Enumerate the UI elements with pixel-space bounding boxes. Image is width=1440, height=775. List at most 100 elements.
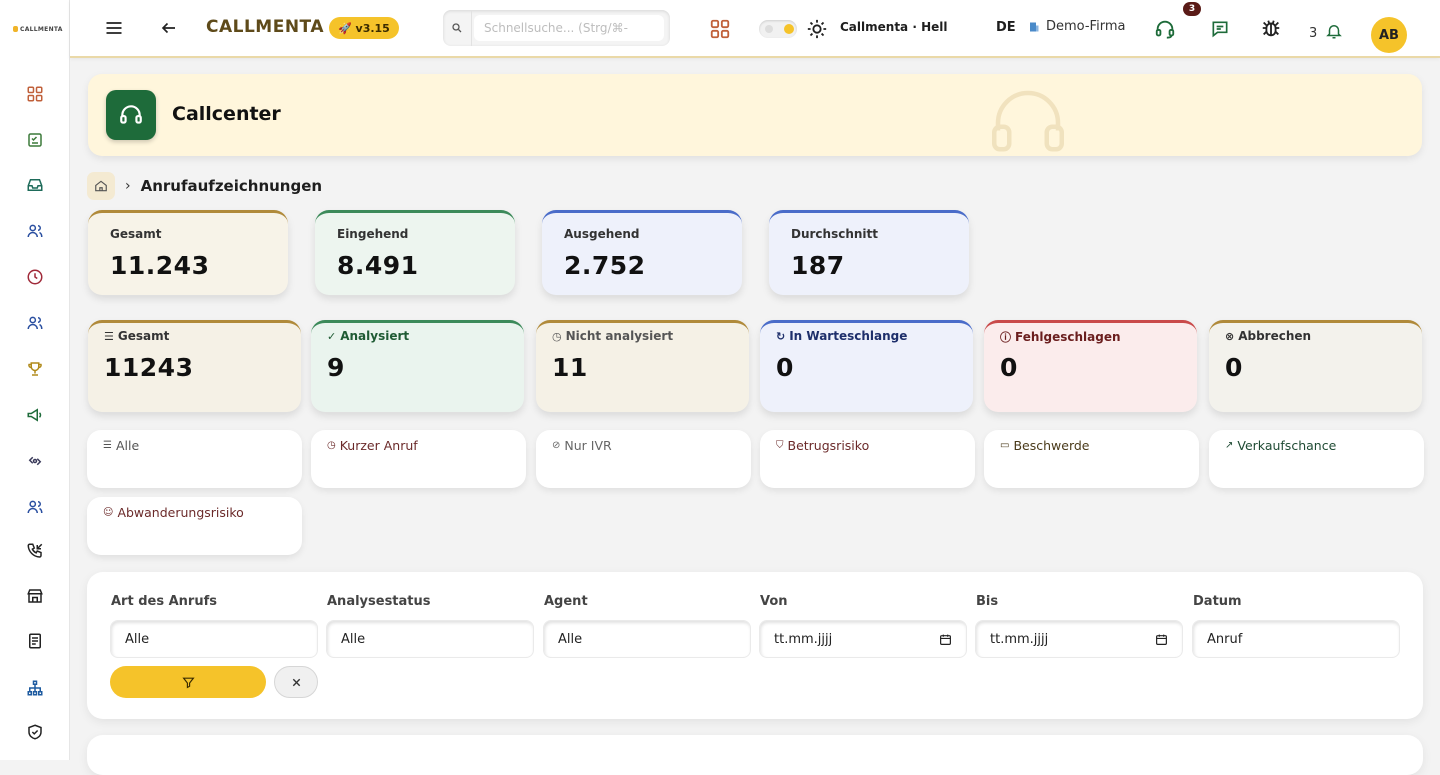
analysis-card-4[interactable]: ⓘ Fehlgeschlagen 0 — [984, 320, 1197, 412]
chip-verkaufschance[interactable]: ↗ Verkaufschance — [1209, 430, 1424, 488]
toggle-knob-icon — [784, 24, 794, 34]
user-minus-icon: ☺ — [103, 507, 114, 518]
date-input[interactable]: tt.mm.jjjj — [975, 620, 1183, 658]
analysis-label: ⊗ Abbrechen — [1225, 329, 1311, 343]
clear-filter-button[interactable] — [274, 666, 318, 698]
filter-select[interactable]: Alle — [326, 620, 534, 658]
checklist-icon[interactable] — [24, 129, 46, 151]
search-icon[interactable] — [443, 10, 472, 46]
breadcrumb-separator-icon: › — [125, 178, 131, 194]
theme-label: Callmenta · Hell — [840, 20, 948, 34]
filter-select[interactable]: Alle — [543, 620, 751, 658]
home-icon[interactable] — [87, 172, 115, 200]
report-icon[interactable] — [24, 630, 46, 652]
chip-label-text: Nur IVR — [564, 438, 612, 453]
users-icon[interactable] — [24, 220, 46, 242]
stat-value: 187 — [791, 251, 845, 280]
apply-filter-button[interactable] — [110, 666, 266, 698]
search-input[interactable] — [474, 15, 664, 41]
analysis-label-text: Analysiert — [340, 329, 410, 343]
calendar-icon[interactable] — [1155, 633, 1168, 646]
user-avatar[interactable]: AB — [1371, 17, 1407, 53]
analysis-card-1[interactable]: ✓ Analysiert 9 — [311, 320, 524, 412]
sun-icon[interactable] — [806, 18, 828, 40]
filter-label: Analysestatus — [327, 594, 431, 609]
clock-icon: ◷ — [552, 329, 562, 343]
filter-value: tt.mm.jjjj — [990, 631, 1049, 647]
bell-icon[interactable] — [1325, 22, 1343, 40]
chat-icon[interactable] — [1210, 19, 1230, 39]
shield-alert-icon: ⛉ — [776, 440, 784, 451]
cancel-circle-icon: ⊗ — [1225, 329, 1235, 343]
building-icon — [1030, 22, 1039, 31]
analysis-label-text: Fehlgeschlagen — [1015, 330, 1121, 344]
filter-group-2: Agent Alle — [543, 594, 751, 658]
chip-abwanderungsrisiko[interactable]: ☺ Abwanderungsrisiko — [87, 497, 302, 555]
chip-label: ↗ Verkaufschance — [1225, 438, 1336, 453]
analysis-value: 11 — [552, 353, 588, 382]
inbox-icon[interactable] — [24, 174, 46, 196]
analysis-label-text: In Warteschlange — [789, 329, 908, 343]
hierarchy-icon[interactable] — [24, 677, 46, 699]
integration-icon[interactable] — [24, 450, 46, 472]
filter-label: Datum — [1193, 594, 1242, 609]
menu-icon[interactable] — [104, 18, 124, 38]
chip-alle[interactable]: ☰ Alle — [87, 430, 302, 488]
theme-toggle[interactable] — [759, 20, 797, 38]
phone-incoming-icon[interactable] — [24, 540, 46, 562]
date-input[interactable]: tt.mm.jjjj — [759, 620, 967, 658]
filter-group-0: Art des Anrufs Alle — [110, 594, 318, 658]
stat-label: Durchschnitt — [791, 227, 879, 241]
analysis-card-2[interactable]: ◷ Nicht analysiert 11 — [536, 320, 749, 412]
analysis-value: 0 — [1225, 353, 1243, 382]
clock-icon[interactable] — [24, 266, 46, 288]
logo-mark-icon — [13, 26, 18, 32]
bug-icon[interactable] — [1260, 17, 1282, 39]
headset-icon[interactable] — [1154, 18, 1176, 40]
dashboard-icon[interactable] — [24, 83, 46, 105]
trophy-icon[interactable] — [24, 358, 46, 380]
team-icon[interactable] — [24, 312, 46, 334]
chip-nur-ivr[interactable]: ⊘ Nur IVR — [536, 430, 751, 488]
chip-label-text: Abwanderungsrisiko — [117, 505, 244, 520]
filter-select[interactable]: Anruf — [1192, 620, 1400, 658]
company-selector[interactable]: Demo-Firma — [1028, 19, 1125, 34]
filter-select[interactable]: Alle — [110, 620, 318, 658]
search-box — [443, 10, 670, 46]
chip-label-text: Betrugsrisiko — [787, 438, 870, 453]
apps-grid-icon[interactable] — [709, 18, 731, 40]
analysis-card-0[interactable]: ☰ Gesamt 11243 — [88, 320, 301, 412]
chip-label: ☺ Abwanderungsrisiko — [103, 505, 244, 520]
breadcrumb-current: Anrufaufzeichnungen — [140, 177, 323, 195]
filter-group-4: Bis tt.mm.jjjj — [975, 594, 1183, 658]
analysis-card-5[interactable]: ⊗ Abbrechen 0 — [1209, 320, 1422, 412]
back-arrow-icon[interactable] — [160, 19, 178, 37]
close-icon — [292, 678, 300, 686]
analysis-value: 11243 — [104, 353, 194, 382]
store-icon[interactable] — [24, 585, 46, 607]
filter-group-3: Von tt.mm.jjjj — [759, 594, 967, 658]
filter-label: Agent — [544, 594, 588, 609]
sidebar-logo[interactable]: CALLMENTA — [0, 0, 69, 58]
analysis-value: 0 — [1000, 353, 1018, 382]
records-table-card — [87, 735, 1423, 775]
chip-label: ▭ Beschwerde — [1000, 438, 1090, 453]
chip-label-text: Verkaufschance — [1237, 438, 1337, 453]
stat-label: Gesamt — [110, 227, 162, 241]
analysis-label-text: Abbrechen — [1238, 329, 1312, 343]
megaphone-icon[interactable] — [24, 404, 46, 426]
shield-check-icon[interactable] — [24, 721, 46, 743]
language-selector[interactable]: DE — [996, 20, 1016, 35]
analysis-card-3[interactable]: ↻ In Warteschlange 0 — [760, 320, 973, 412]
message-icon: ▭ — [1000, 440, 1010, 451]
chip-kurzer-anruf[interactable]: ◷ Kurzer Anruf — [311, 430, 526, 488]
filter-value: Alle — [558, 631, 583, 647]
chip-beschwerde[interactable]: ▭ Beschwerde — [984, 430, 1199, 488]
mute-icon: ⊘ — [552, 440, 561, 451]
people-icon[interactable] — [24, 496, 46, 518]
filter-label: Art des Anrufs — [111, 594, 217, 609]
chip-betrugsrisiko[interactable]: ⛉ Betrugsrisiko — [760, 430, 975, 488]
stat-value: 2.752 — [564, 251, 646, 280]
chip-label: ⛉ Betrugsrisiko — [776, 438, 869, 453]
calendar-icon[interactable] — [939, 633, 952, 646]
